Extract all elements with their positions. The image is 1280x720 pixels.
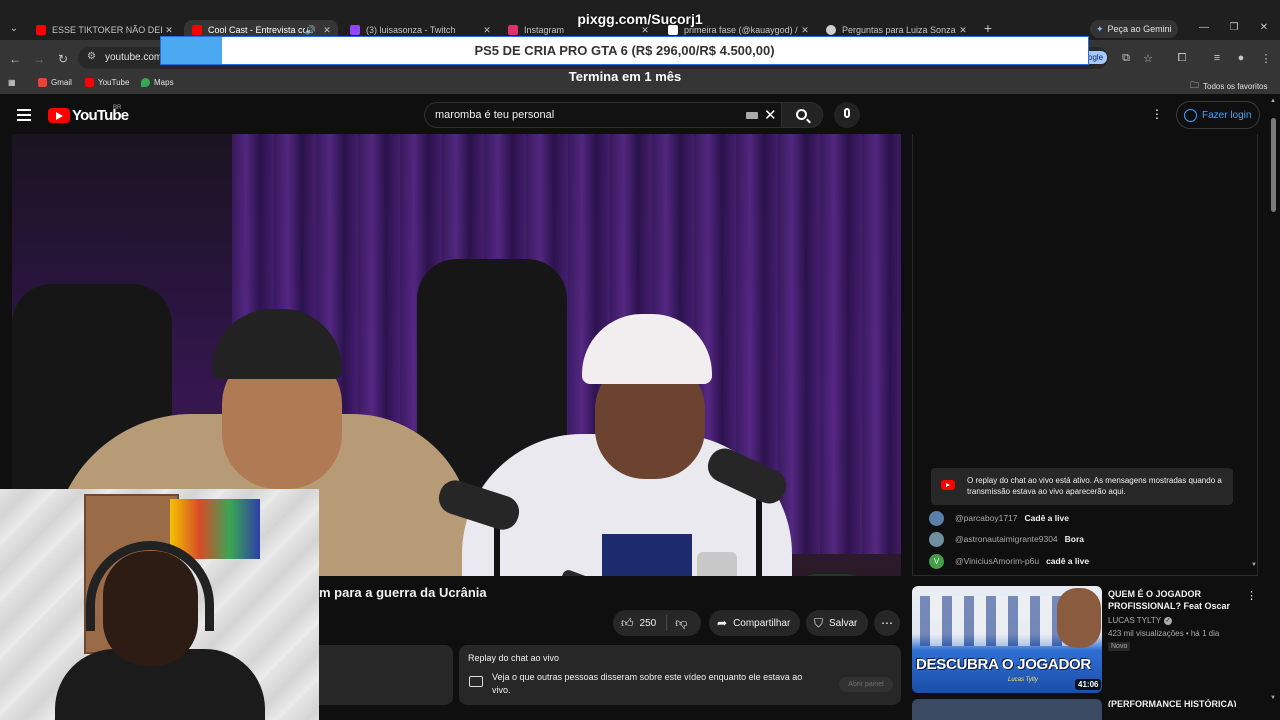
channel-name[interactable]: LUCAS TYLTY <box>1108 616 1161 625</box>
donation-goal-bar: PS5 DE CRIA PRO GTA 6 (R$ 296,00/R$ 4.50… <box>160 36 1089 65</box>
youtube-icon <box>941 480 955 490</box>
phone <box>697 552 737 576</box>
profile-avatar-icon[interactable]: ● <box>1233 52 1249 64</box>
video-title: m para a guerra da Ucrânia <box>319 585 487 600</box>
next-recommended-title[interactable]: (PERFORMANCE HISTÓRICA) <box>1108 699 1238 707</box>
open-panel-button[interactable]: Abrir painel <box>839 677 893 692</box>
goal-deadline-text: Termina em 1 mês <box>568 69 682 84</box>
chat-username[interactable]: @astronautaimigrante9304 <box>955 534 1058 544</box>
bookmark-star-icon[interactable]: ☆ <box>1140 52 1156 65</box>
scrollbar-thumb[interactable] <box>1271 118 1276 212</box>
mic-stand <box>494 524 500 576</box>
next-recommended-thumbnail[interactable] <box>912 699 1102 720</box>
scroll-down-arrow-icon[interactable]: ▼ <box>1270 695 1276 701</box>
thumbnail-face <box>1057 588 1101 648</box>
youtube-masthead: YouTube BR maromba é teu personal ✕ · · · … <box>0 96 1280 134</box>
settings-kebab-icon[interactable]: · · · <box>1150 102 1164 124</box>
chat-replay-card: Replay do chat ao vivo Veja o que outras… <box>459 645 901 705</box>
google-pill-label: ogle <box>1088 53 1104 62</box>
chat-replay-text: Veja o que outras pessoas disseram sobre… <box>492 672 803 695</box>
recommended-video-title[interactable]: QUEM É O JOGADOR PROFISSIONAL? Feat Osca… <box>1108 588 1240 612</box>
description-box[interactable] <box>319 645 453 705</box>
video-options-kebab-icon[interactable]: ⋮ <box>1246 589 1257 602</box>
youtube-play-icon <box>48 108 70 123</box>
search-input[interactable]: maromba é teu personal ✕ <box>424 102 782 128</box>
like-thumbs-up-icon[interactable]: 👍︎ <box>621 616 634 631</box>
thumbnail-signature: Lucas Tylty <box>1008 677 1038 683</box>
streamer-webcam <box>0 489 319 720</box>
search-icon <box>796 109 807 120</box>
url-text: youtube.com <box>105 52 163 63</box>
chat-username[interactable]: @ViniciusAmorim-p6u <box>955 556 1039 566</box>
new-badge: Novo <box>1108 642 1131 651</box>
recommended-video-thumbnail[interactable]: DESCUBRA O JOGADOR Lucas Tylty 41:06 <box>912 586 1102 693</box>
recommended-video-meta: 423 mil visualizações • há 1 dia <box>1108 629 1220 638</box>
share-label: Compartilhar <box>733 617 791 629</box>
media-controls-icon[interactable]: ≡ <box>1209 52 1225 64</box>
clear-search-icon[interactable]: ✕ <box>764 106 777 124</box>
account-icon <box>1184 108 1197 122</box>
dislike-thumbs-down-icon[interactable]: 👎︎ <box>675 616 687 631</box>
save-button[interactable]: ⛉ Salvar <box>806 610 868 636</box>
search-value: maromba é teu personal <box>435 109 555 121</box>
extensions-icon[interactable]: ⧠ <box>1174 52 1190 65</box>
region-code: BR <box>113 105 122 111</box>
user-avatar[interactable] <box>929 531 944 547</box>
chat-message: V @ViniciusAmorim-p6u cadê a live <box>929 553 1089 569</box>
shirt-graphic <box>602 534 692 576</box>
user-avatar[interactable] <box>929 510 944 526</box>
chat-replay-title: Replay do chat ao vivo <box>468 653 560 663</box>
chat-text: Cadê a live <box>1024 513 1069 523</box>
donation-link-text: pixgg.com/Sucorj1 <box>577 11 703 27</box>
chat-bubble-icon <box>469 676 483 687</box>
bookmark-icon: ⛉ <box>814 615 824 630</box>
live-chat-panel: O replay do chat ao vivo está ativo. As … <box>912 134 1258 576</box>
notice-text: O replay do chat ao vivo está ativo. As … <box>967 476 1222 496</box>
save-label: Salvar <box>829 617 858 629</box>
browser-menu-icon[interactable]: ⋮ <box>1258 52 1274 65</box>
mic-stand <box>756 494 762 576</box>
chat-replay-notice: O replay do chat ao vivo está ativo. As … <box>931 468 1233 505</box>
screen: ⌄ ESSE TIKTOKER NÃO DEIXA O C ✕ Cool Cas… <box>0 0 1280 720</box>
reload-icon[interactable]: ↻ <box>55 52 71 66</box>
chat-text: Bora <box>1064 534 1085 544</box>
verified-check-icon: ✓ <box>1164 616 1173 625</box>
video-duration-badge: 41:06 <box>1075 679 1102 690</box>
share-button[interactable]: ➦ Compartilhar <box>709 610 800 636</box>
like-dislike-group: 👍︎ 250 👎︎ <box>613 610 701 636</box>
chat-text: cadê a live <box>1046 556 1090 566</box>
chat-scroll-down-icon[interactable]: ▼ <box>1251 562 1257 568</box>
goal-text: PS5 DE CRIA PRO GTA 6 (R$ 296,00/R$ 4.50… <box>474 43 775 58</box>
chat-username[interactable]: @parcaboy1717 <box>955 513 1018 523</box>
search-button[interactable] <box>781 102 823 128</box>
sign-in-label: Fazer login <box>1202 109 1252 121</box>
chat-message: @parcaboy1717 Cadê a live <box>929 510 1069 526</box>
microphone-icon <box>844 108 850 118</box>
voice-search-button[interactable] <box>834 102 860 128</box>
keyboard-icon[interactable] <box>746 112 758 119</box>
install-app-icon[interactable]: ⧉ <box>1118 52 1134 65</box>
forward-arrow-icon[interactable]: → <box>31 52 47 66</box>
user-avatar[interactable]: V <box>929 553 944 569</box>
site-info-icon[interactable]: ⚙ <box>87 51 96 62</box>
sign-in-button[interactable]: Fazer login <box>1176 101 1260 129</box>
chat-message: @astronautaimigrante9304 Bora <box>929 531 1084 547</box>
scroll-up-arrow-icon[interactable]: ▲ <box>1270 98 1276 104</box>
hamburger-menu-icon[interactable] <box>17 109 31 124</box>
like-count[interactable]: 250 <box>640 618 657 629</box>
more-actions-icon[interactable]: ⋯ <box>874 610 900 636</box>
share-arrow-icon: ➦ <box>717 616 728 630</box>
recommended-channel[interactable]: LUCAS TYLTY ✓ <box>1108 616 1173 625</box>
divider <box>666 615 668 631</box>
thumbnail-banner-text: DESCUBRA O JOGADOR <box>916 656 1091 673</box>
back-arrow-icon[interactable]: ← <box>7 52 23 66</box>
whisky-bottle <box>787 574 875 576</box>
